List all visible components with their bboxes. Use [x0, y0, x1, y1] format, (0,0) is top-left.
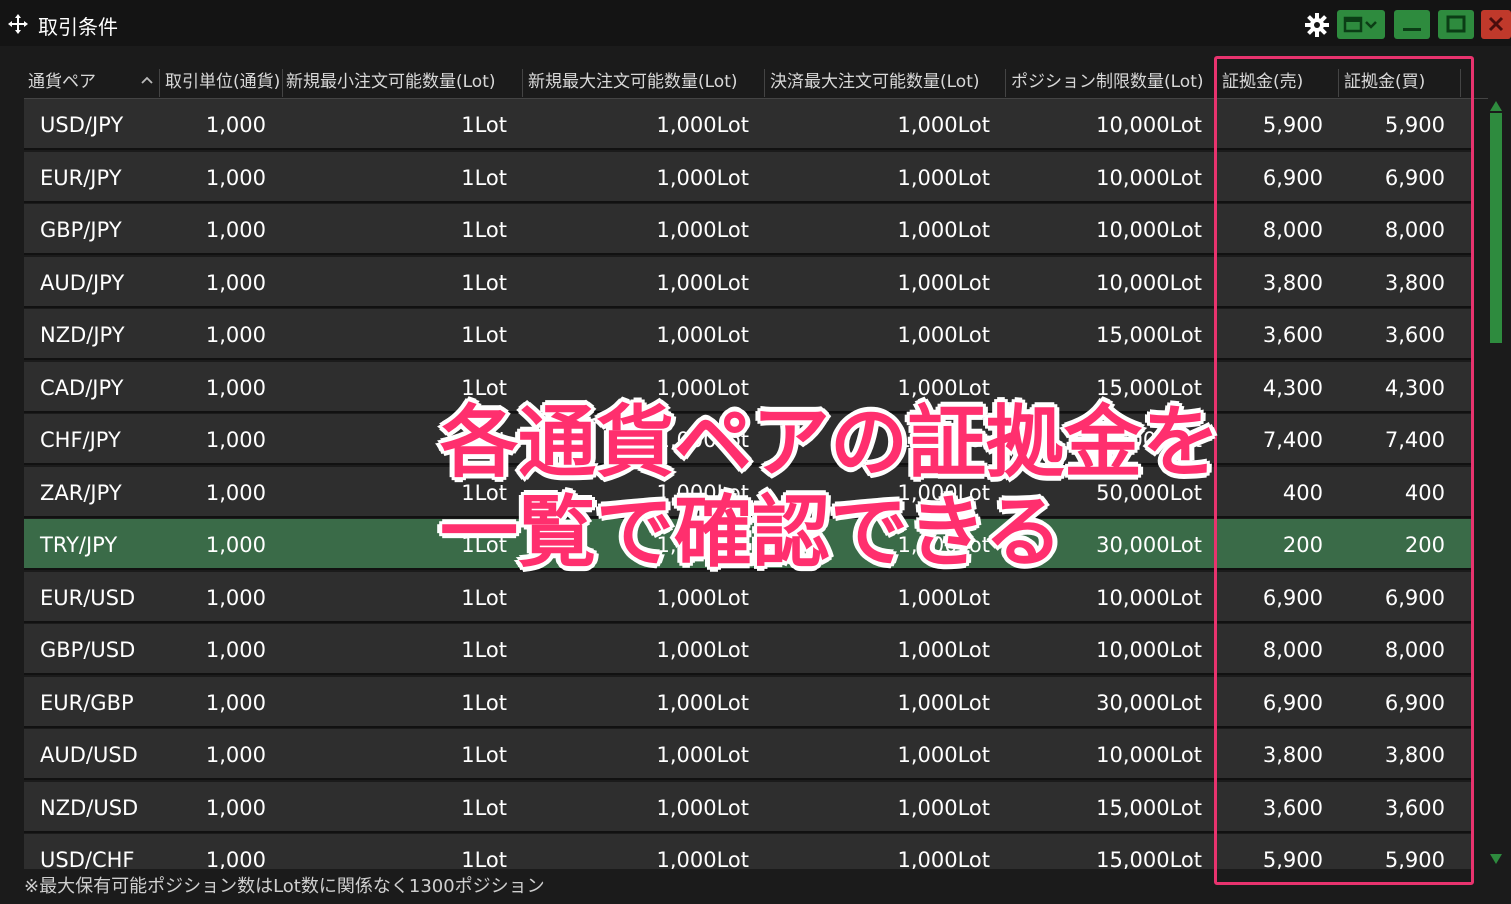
cell-min-order: 1Lot — [461, 690, 507, 715]
cell-pair: NZD/JPY — [40, 323, 125, 347]
cell-unit: 1,000 — [205, 743, 266, 767]
cell-min-order: 1Lot — [461, 165, 507, 190]
move-icon[interactable] — [7, 13, 29, 35]
cell-settle-max: 1,000Lot — [897, 218, 990, 242]
cell-unit: 1,000 — [205, 218, 266, 242]
cell-unit: 1,000 — [205, 428, 266, 452]
cell-unit: 1,000 — [205, 533, 266, 557]
cell-settle-max: 1,000Lot — [897, 848, 990, 869]
column-header-settle-max[interactable]: 決済最大注文可能数量(Lot) — [766, 63, 1004, 98]
cell-pair: CHF/JPY — [40, 428, 121, 452]
cell-pair: EUR/JPY — [40, 165, 122, 190]
cell-position-limit: 10,000Lot — [1096, 743, 1202, 767]
cell-settle-max: 1,000Lot — [897, 638, 990, 662]
column-header-unit[interactable]: 取引単位(通貨) — [161, 63, 282, 98]
column-header-max-order[interactable]: 新規最大注文可能数量(Lot) — [524, 63, 764, 98]
cell-min-order: 1Lot — [461, 848, 507, 869]
cell-unit: 1,000 — [205, 113, 266, 137]
cell-settle-max: 1,000Lot — [897, 113, 990, 137]
cell-position-limit: 10,000Lot — [1096, 638, 1202, 662]
cell-pair: GBP/JPY — [40, 218, 122, 242]
cell-settle-max: 1,000Lot — [897, 690, 990, 715]
cell-unit: 1,000 — [205, 585, 266, 610]
cell-unit: 1,000 — [205, 270, 266, 295]
cell-unit: 1,000 — [205, 848, 266, 869]
cell-unit: 1,000 — [205, 165, 266, 190]
cell-settle-max: 1,000Lot — [897, 323, 990, 347]
cell-position-limit: 15,000Lot — [1096, 848, 1202, 869]
margin-columns-highlight-box — [1214, 56, 1474, 885]
scroll-down-arrow-icon[interactable] — [1489, 853, 1503, 865]
column-divider[interactable] — [1005, 69, 1006, 97]
cell-position-limit: 10,000Lot — [1096, 113, 1202, 137]
sort-ascending-icon[interactable] — [140, 73, 154, 87]
cell-max-order: 1,000Lot — [656, 323, 749, 347]
cell-pair: USD/CHF — [40, 848, 135, 869]
cell-min-order: 1Lot — [461, 323, 507, 347]
cell-pair: ZAR/JPY — [40, 480, 122, 505]
cell-pair: CAD/JPY — [40, 375, 124, 400]
cell-pair: AUD/USD — [40, 743, 138, 767]
cell-max-order: 1,000Lot — [656, 690, 749, 715]
cell-pair: EUR/GBP — [40, 690, 134, 715]
cell-pair: USD/JPY — [40, 113, 124, 137]
cell-unit: 1,000 — [205, 690, 266, 715]
column-divider[interactable] — [159, 69, 160, 97]
cell-pair: EUR/USD — [40, 585, 136, 610]
cell-max-order: 1,000Lot — [656, 113, 749, 137]
gear-icon[interactable] — [1304, 12, 1330, 38]
cell-position-limit: 10,000Lot — [1096, 165, 1202, 190]
footer-note: ※最大保有可能ポジション数はLot数に関係なく1300ポジション — [24, 876, 545, 897]
column-divider[interactable] — [764, 69, 765, 97]
minimize-icon — [1403, 28, 1421, 31]
cell-max-order: 1,000Lot — [656, 743, 749, 767]
cell-unit: 1,000 — [205, 638, 266, 662]
column-header-min-order[interactable]: 新規最小注文可能数量(Lot) — [282, 63, 522, 98]
maximize-button[interactable] — [1438, 10, 1474, 39]
cell-max-order: 1,000Lot — [656, 795, 749, 820]
cell-position-limit: 30,000Lot — [1096, 690, 1202, 715]
cell-pair: GBP/USD — [40, 638, 136, 662]
column-header-position-limit[interactable]: ポジション制限数量(Lot) — [1007, 63, 1217, 98]
cell-max-order: 1,000Lot — [656, 638, 749, 662]
cell-min-order: 1Lot — [461, 218, 507, 242]
cell-unit: 1,000 — [205, 375, 266, 400]
cell-pair: TRY/JPY — [40, 533, 118, 557]
cell-unit: 1,000 — [205, 480, 266, 505]
window-title: 取引条件 — [38, 15, 118, 39]
cell-max-order: 1,000Lot — [656, 165, 749, 190]
cell-max-order: 1,000Lot — [656, 270, 749, 295]
maximize-icon — [1446, 15, 1466, 33]
cell-settle-max: 1,000Lot — [897, 165, 990, 190]
close-icon — [1488, 16, 1504, 32]
cell-min-order: 1Lot — [461, 113, 507, 137]
cell-min-order: 1Lot — [461, 270, 507, 295]
close-button[interactable] — [1481, 10, 1511, 39]
column-divider[interactable] — [522, 69, 523, 97]
window-titlebar: 取引条件 — [0, 0, 1511, 46]
cell-position-limit: 10,000Lot — [1096, 218, 1202, 242]
window-layout-icon — [1343, 16, 1377, 33]
cell-max-order: 1,000Lot — [656, 848, 749, 869]
cell-min-order: 1Lot — [461, 743, 507, 767]
column-header-pair[interactable]: 通貨ペア — [24, 63, 159, 98]
cell-settle-max: 1,000Lot — [897, 743, 990, 767]
cell-min-order: 1Lot — [461, 795, 507, 820]
cell-pair: NZD/USD — [40, 795, 139, 820]
cell-position-limit: 10,000Lot — [1096, 270, 1202, 295]
minimize-button[interactable] — [1394, 10, 1430, 39]
cell-unit: 1,000 — [205, 795, 266, 820]
cell-max-order: 1,000Lot — [656, 218, 749, 242]
cell-min-order: 1Lot — [461, 638, 507, 662]
cell-settle-max: 1,000Lot — [897, 270, 990, 295]
cell-position-limit: 15,000Lot — [1096, 795, 1202, 820]
scrollbar-thumb[interactable] — [1490, 113, 1502, 343]
layout-dropdown-button[interactable] — [1337, 10, 1385, 39]
cell-pair: AUD/JPY — [40, 270, 125, 295]
scroll-up-arrow-icon[interactable] — [1489, 100, 1503, 112]
cell-position-limit: 15,000Lot — [1096, 323, 1202, 347]
annotation-line-2: 一覧で確認できる — [440, 488, 1063, 578]
cell-unit: 1,000 — [205, 323, 266, 347]
cell-settle-max: 1,000Lot — [897, 795, 990, 820]
